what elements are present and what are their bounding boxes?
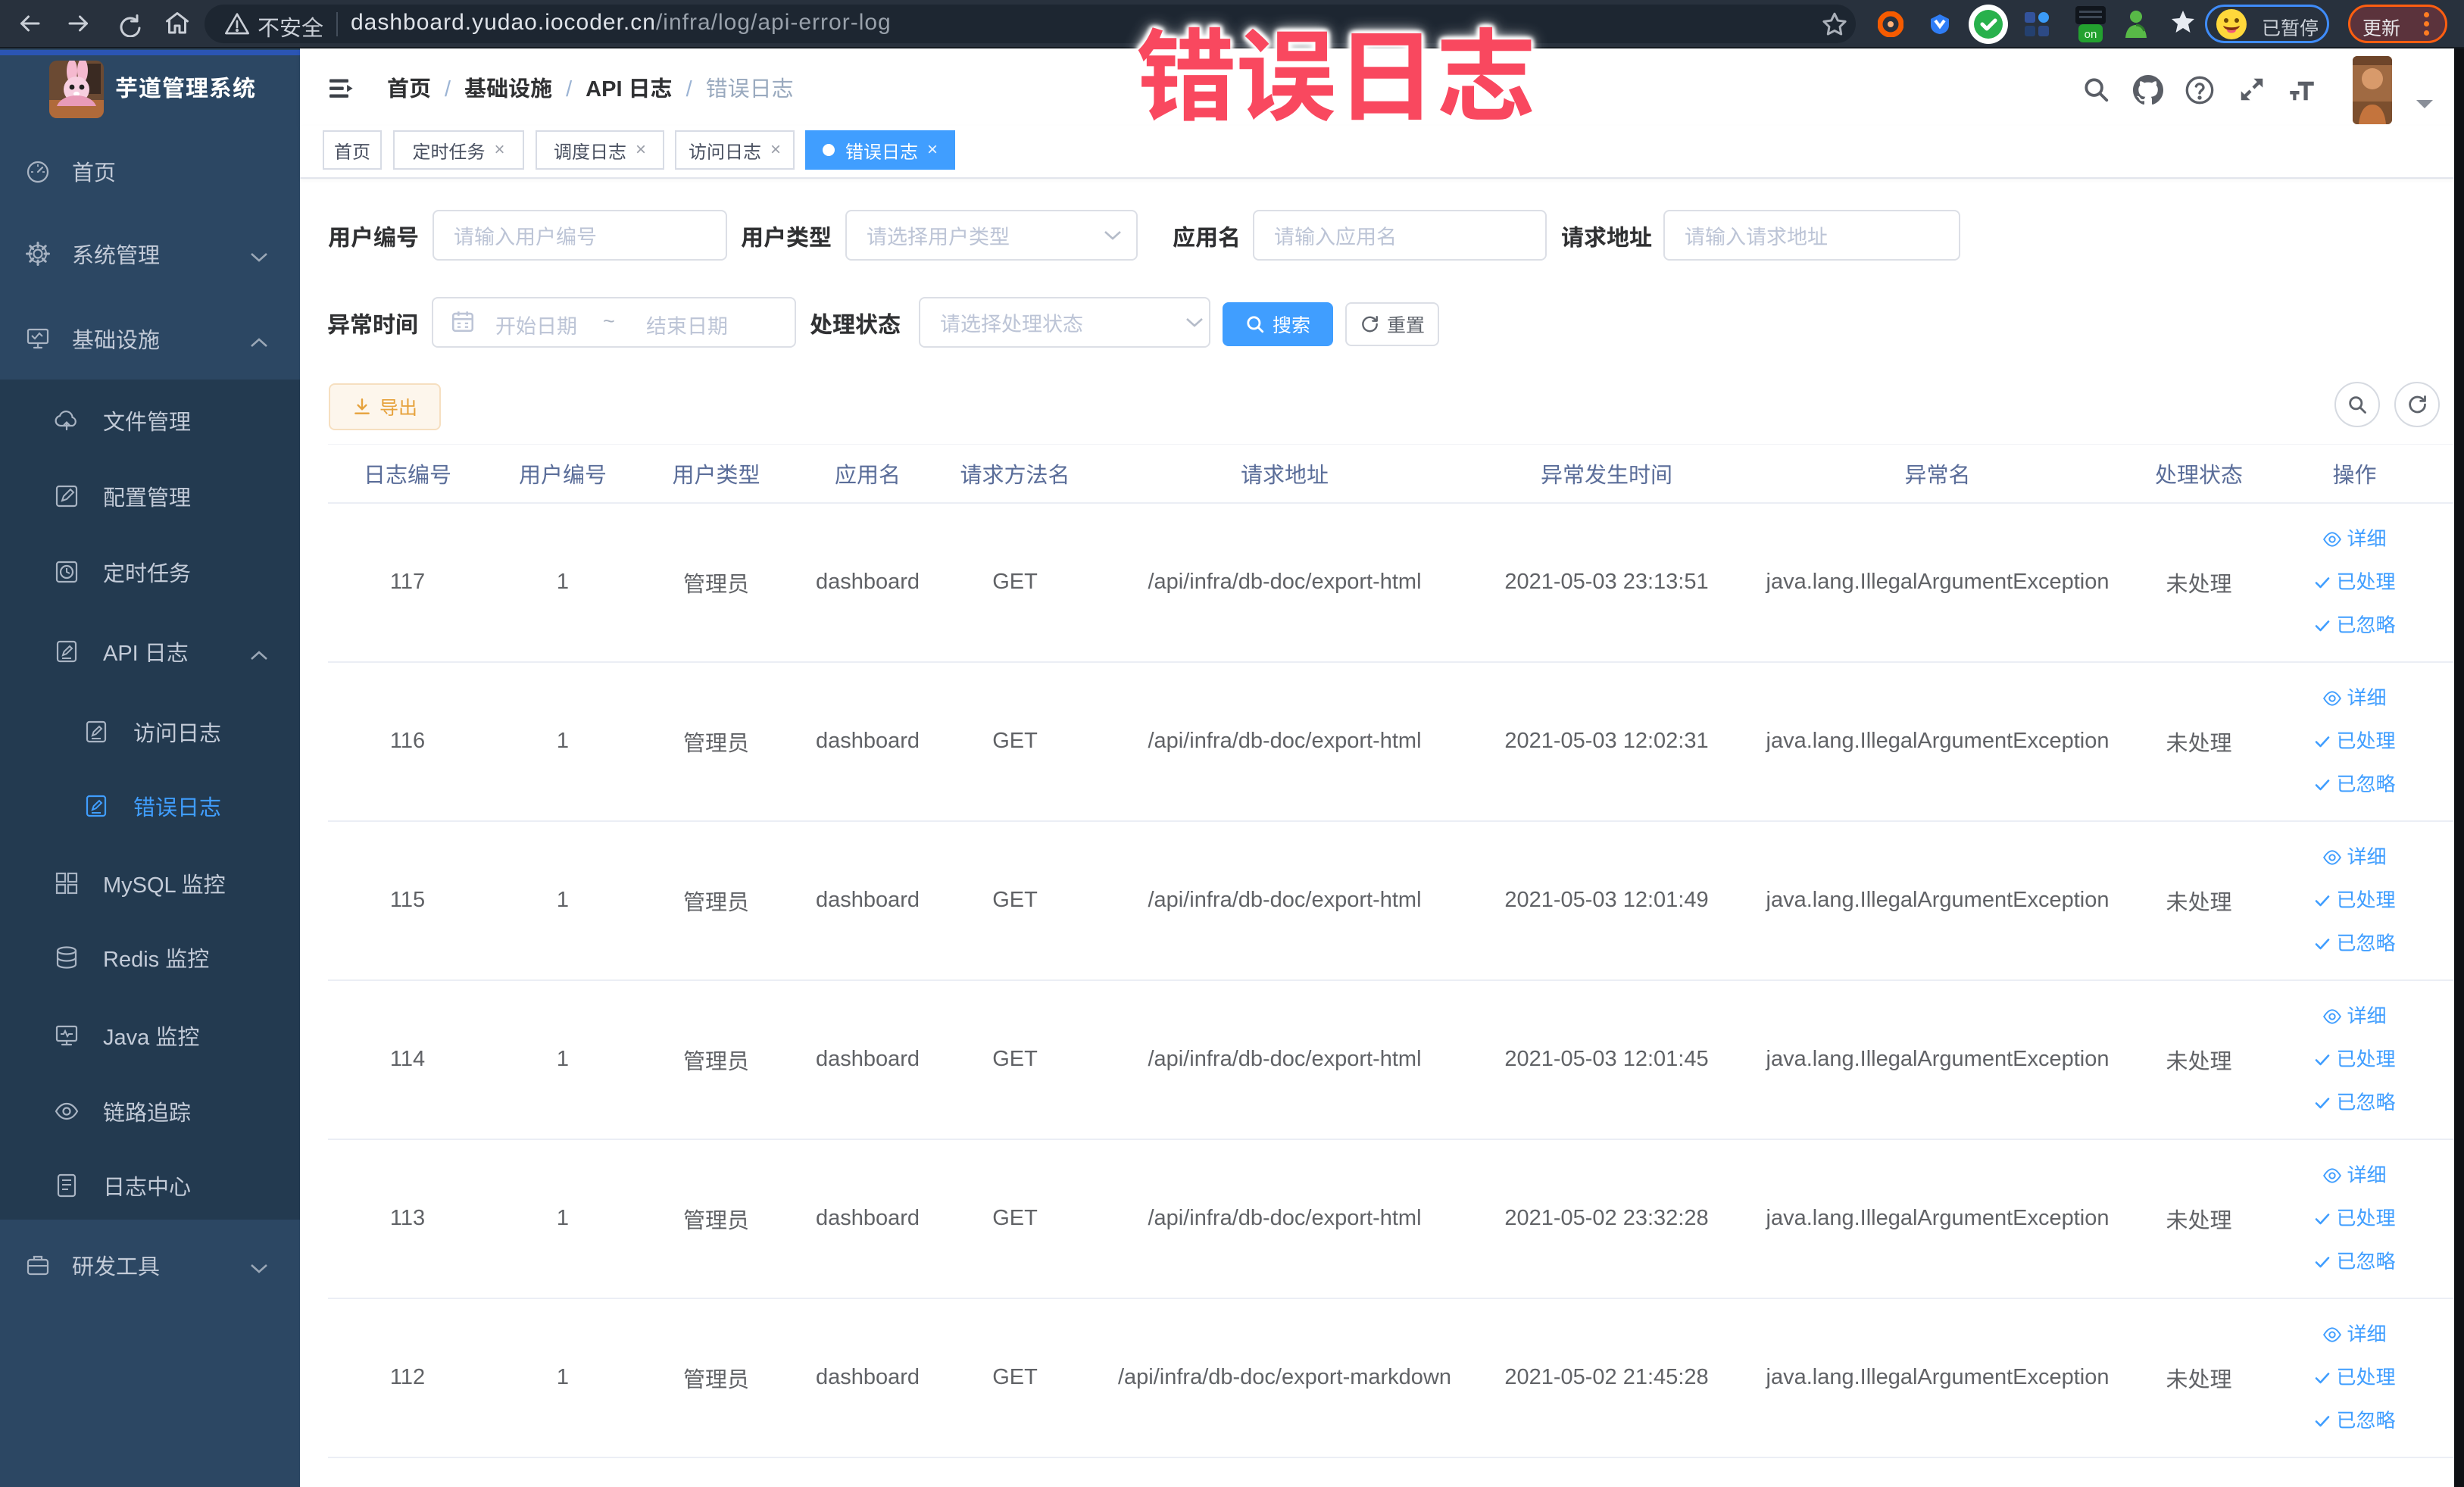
svg-text:on: on: [2085, 28, 2097, 41]
